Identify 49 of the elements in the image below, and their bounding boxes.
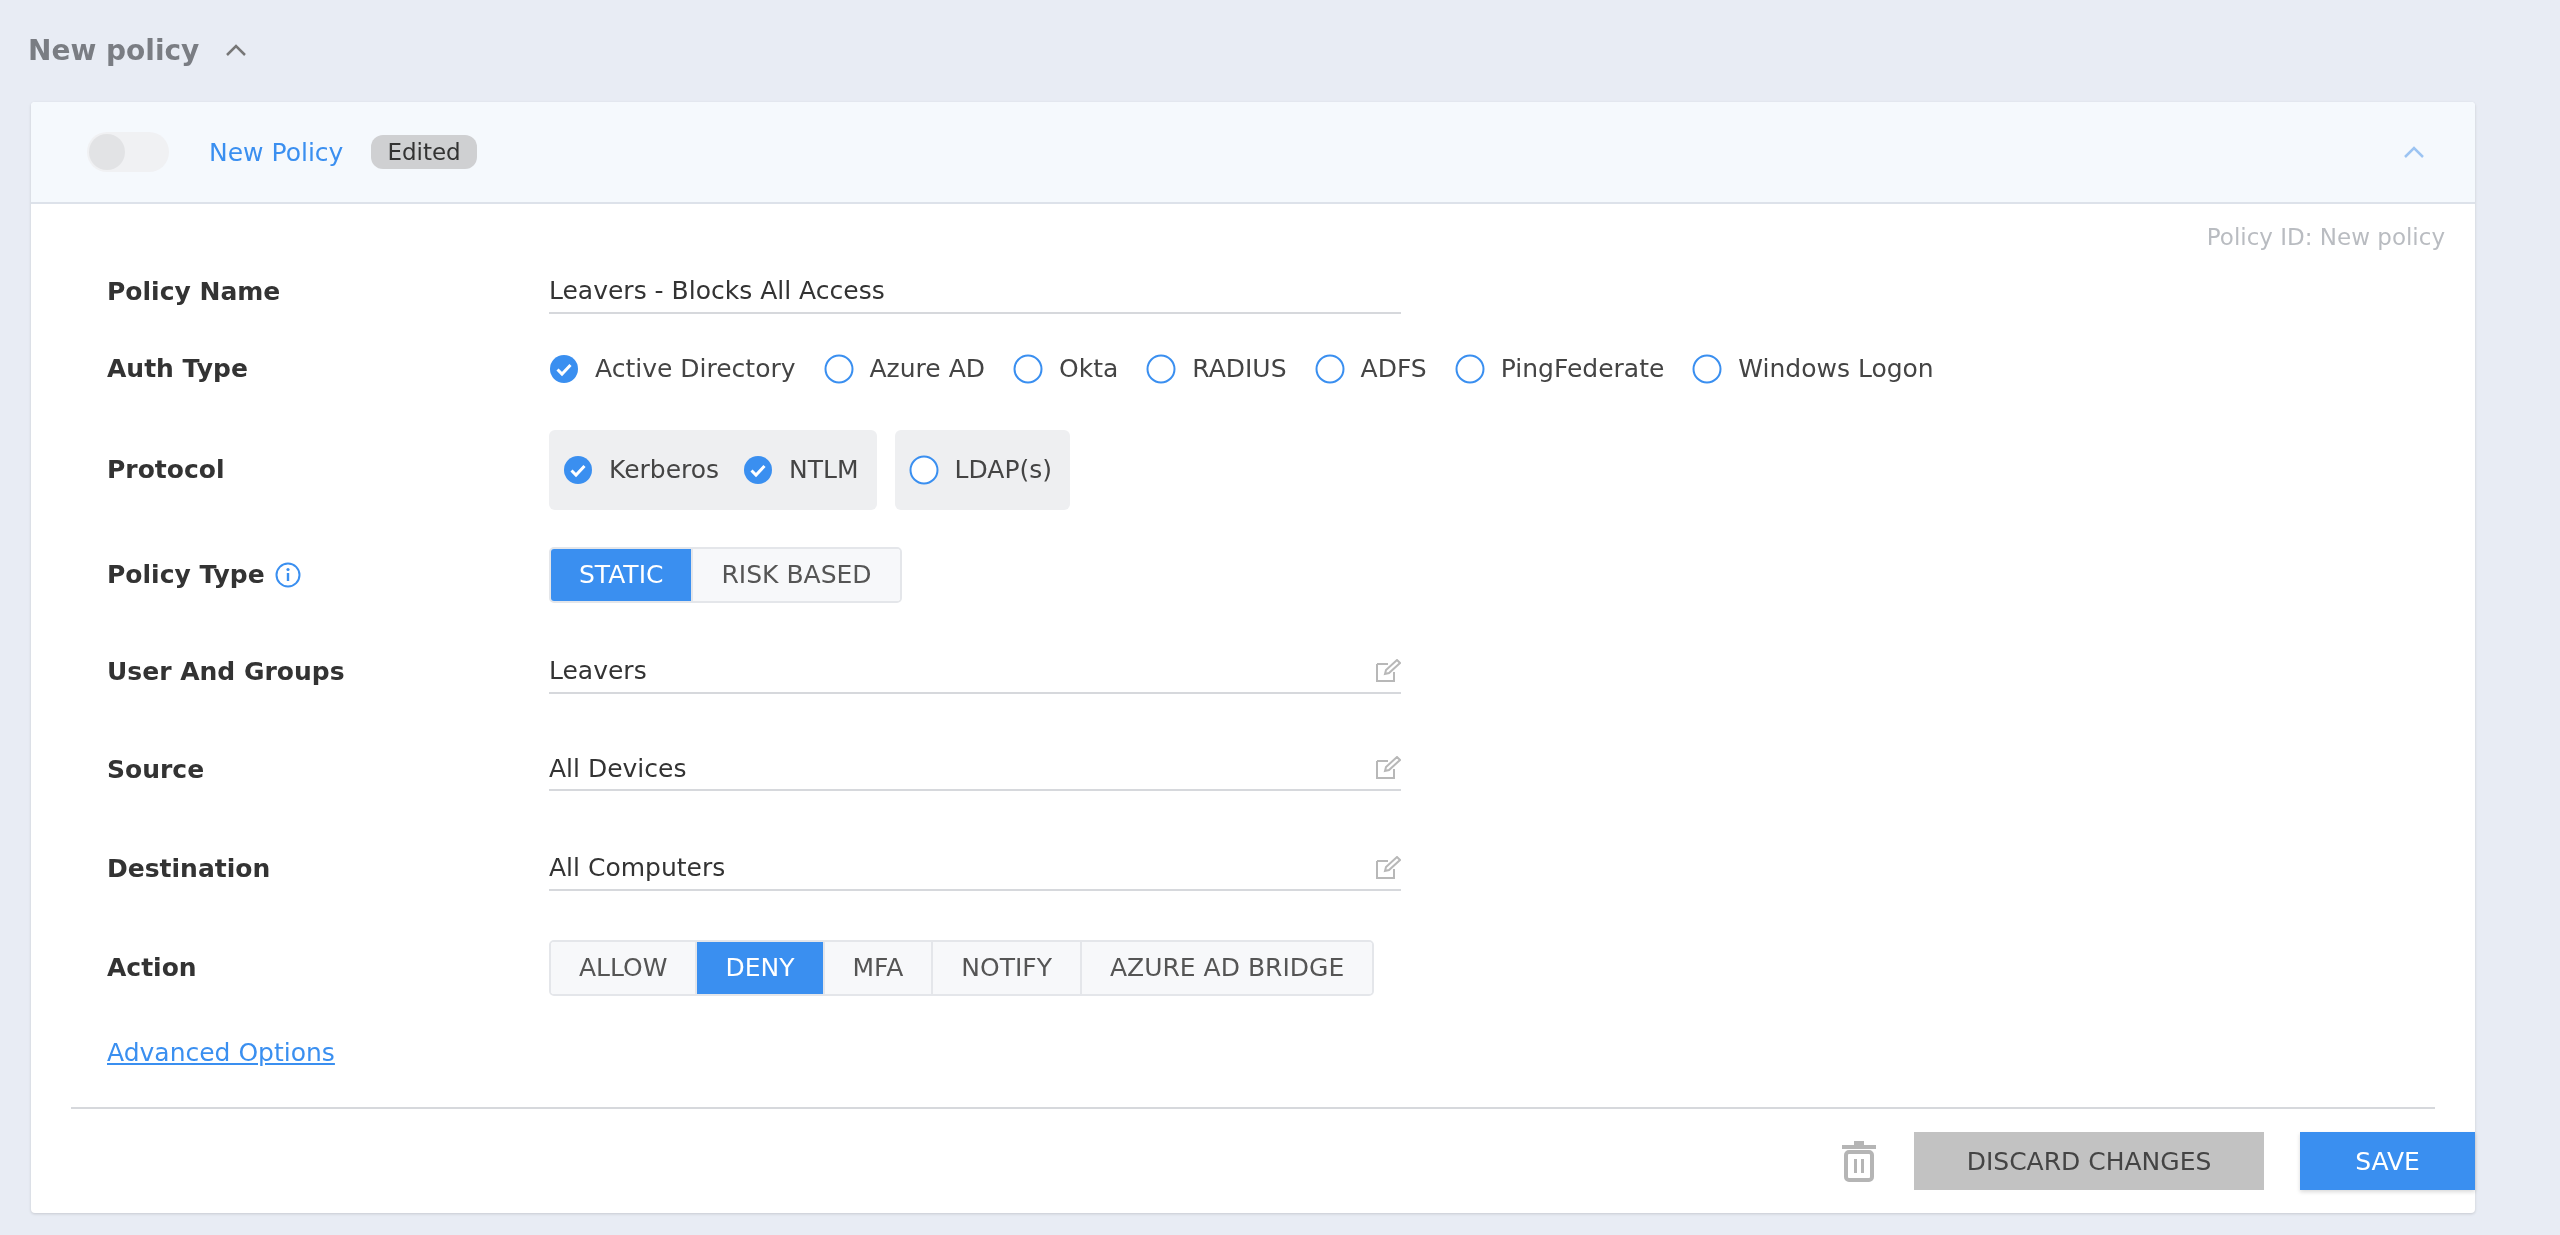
toggle-switch[interactable]	[87, 132, 169, 172]
checked-radio-icon[interactable]	[743, 454, 774, 485]
radio-option[interactable]: Azure AD	[823, 353, 985, 384]
radio-icon[interactable]	[1146, 353, 1177, 384]
edit-icon[interactable]	[1375, 855, 1401, 880]
field-label: Auth Type	[107, 354, 248, 383]
checkbox-option[interactable]: Kerberos	[563, 454, 720, 485]
checkbox-option[interactable]: NTLM	[743, 454, 859, 485]
segment-button[interactable]: RISK BASED	[691, 548, 900, 601]
segment-button[interactable]: ALLOW	[551, 941, 696, 994]
radio-option[interactable]: Windows Logon	[1692, 353, 1934, 384]
checked-radio-icon[interactable]	[563, 454, 593, 485]
info-icon[interactable]	[274, 561, 301, 588]
status-badge: Edited	[371, 135, 477, 169]
field-label: Source	[107, 754, 205, 784]
edit-icon[interactable]	[1375, 658, 1401, 683]
discard-changes-button[interactable]: DISCARD CHANGES	[1914, 1132, 2264, 1190]
segment-button[interactable]: NOTIFY	[931, 941, 1080, 994]
field-label: User And Groups	[107, 657, 345, 686]
policy-name-field[interactable]: Leavers - Blocks All Access	[549, 269, 1401, 314]
radio-icon[interactable]	[1314, 353, 1345, 384]
field-label: Protocol	[107, 455, 225, 484]
checked-radio-icon[interactable]	[549, 353, 579, 384]
chevron-up-icon[interactable]	[2403, 145, 2425, 159]
edit-icon[interactable]	[1375, 756, 1401, 780]
trash-icon[interactable]	[1840, 1140, 1878, 1182]
radio-icon[interactable]	[1454, 353, 1485, 384]
radio-icon[interactable]	[908, 454, 939, 485]
radio-option[interactable]: Okta	[1013, 353, 1119, 384]
field-label: Action	[107, 953, 197, 982]
field-label: Destination	[107, 854, 271, 883]
radio-icon[interactable]	[1013, 353, 1043, 384]
radio-option[interactable]: PingFederate	[1454, 353, 1665, 384]
section-title: New policy	[28, 33, 200, 67]
radio-option[interactable]: RADIUS	[1146, 353, 1287, 384]
picker-field[interactable]: Leavers	[549, 649, 1401, 694]
policy-id: Policy ID: New policy	[2206, 224, 2445, 252]
radio-option[interactable]: Active Directory	[549, 353, 796, 384]
field-label: Policy Type	[107, 560, 265, 589]
picker-field[interactable]: All Devices	[549, 747, 1401, 791]
checkbox-option[interactable]: LDAP(s)	[908, 454, 1053, 485]
radio-icon[interactable]	[823, 353, 854, 384]
picker-field[interactable]: All Computers	[549, 846, 1401, 891]
radio-option[interactable]: ADFS	[1314, 353, 1427, 384]
segment-button[interactable]: AZURE AD BRIDGE	[1079, 941, 1373, 994]
radio-icon[interactable]	[1692, 353, 1723, 384]
chevron-up-icon[interactable]	[225, 43, 248, 57]
segment-button[interactable]: MFA	[822, 941, 932, 994]
field-label: Policy Name	[107, 277, 281, 306]
